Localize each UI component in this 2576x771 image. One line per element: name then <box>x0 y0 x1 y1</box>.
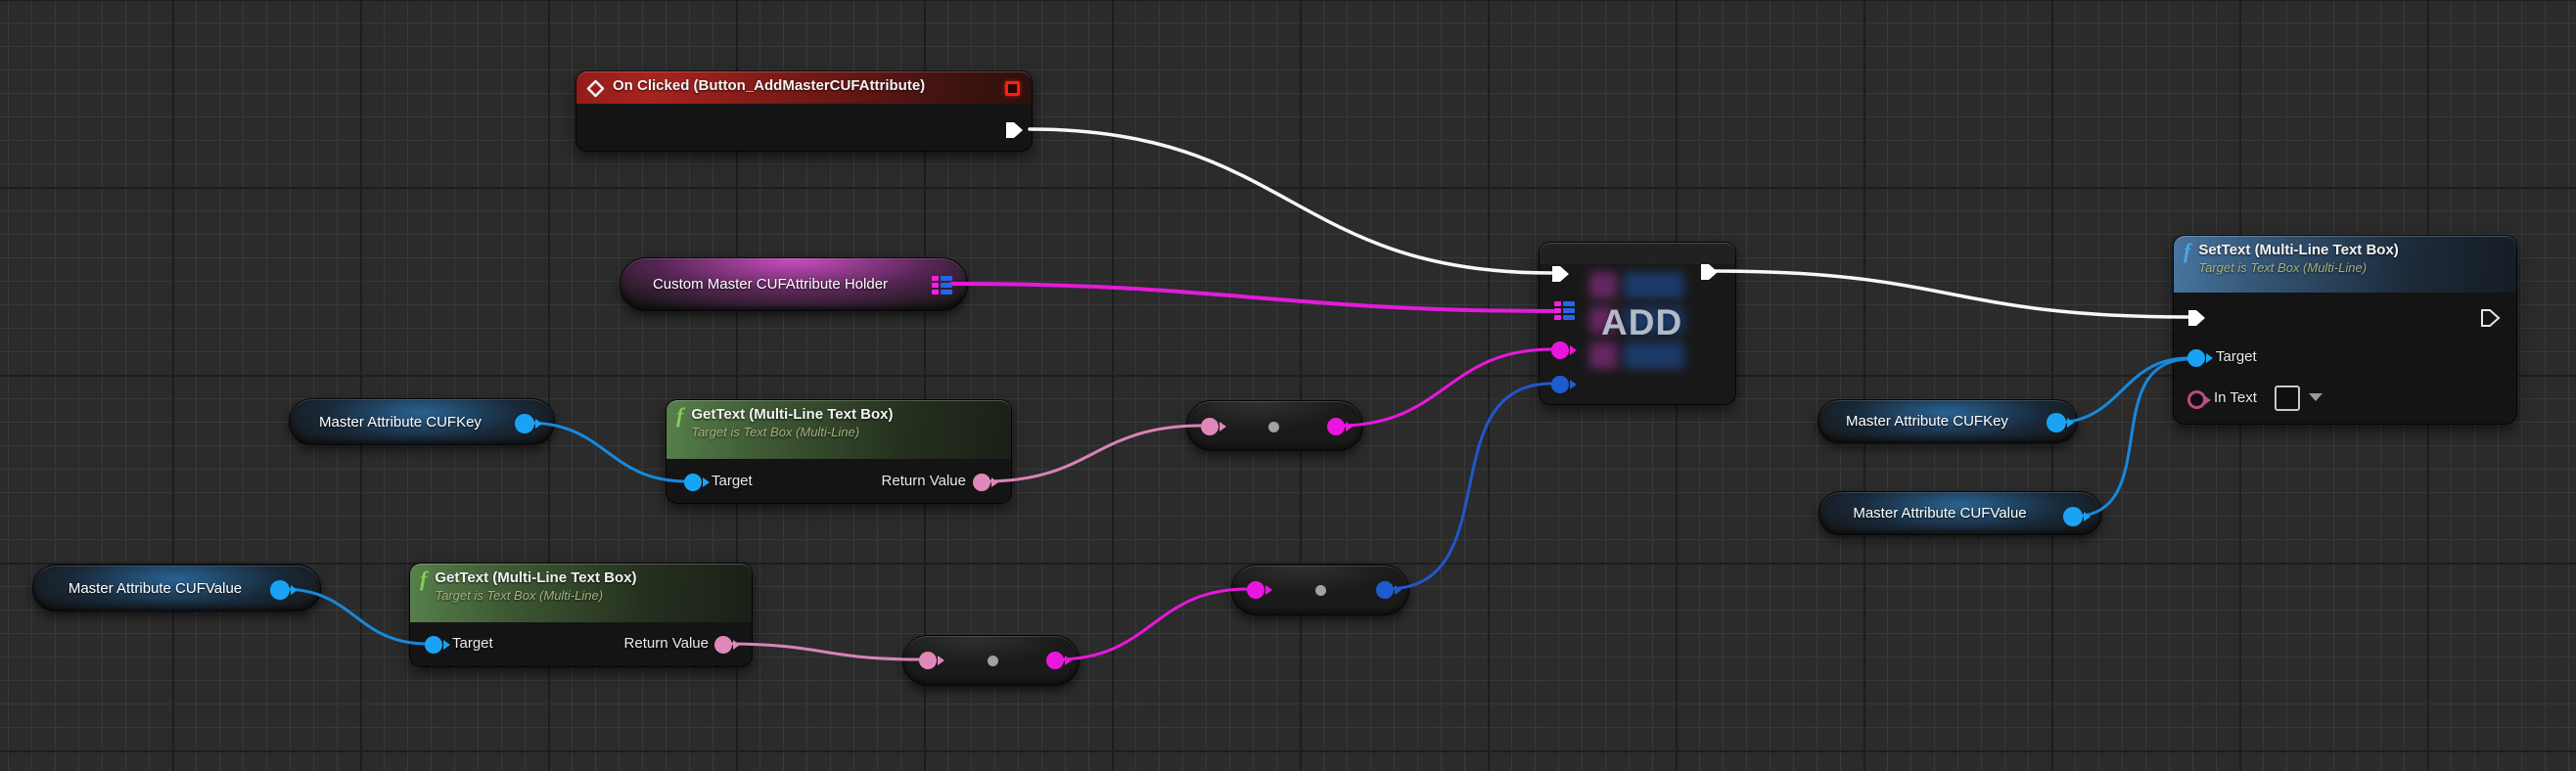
gettext-node-subtitle: Target is Text Box (Multi-Line) <box>691 425 893 440</box>
target-input-pin[interactable] <box>684 474 702 491</box>
conversion-node-string-to-value[interactable] <box>1231 565 1409 615</box>
conversion-dot-icon <box>1268 422 1279 432</box>
target-pin-label: Target <box>452 635 493 652</box>
gettext-node-title: GetText (Multi-Line Text Box) <box>691 405 893 425</box>
conversion-dot-icon <box>988 656 998 666</box>
settext-node-title: SetText (Multi-Line Text Box) <box>2198 241 2398 260</box>
string-input-pin[interactable] <box>1247 581 1265 599</box>
wire-map-holder-to-add[interactable] <box>951 284 1556 311</box>
wire-string-conv3-to-conv2[interactable] <box>1057 589 1248 659</box>
variable-node-custom-master-cufattribute-holder[interactable]: Custom Master CUFAttribute Holder <box>620 257 968 311</box>
conversion-node-text-to-string-key[interactable] <box>1186 400 1363 451</box>
function-f-icon: f <box>420 569 427 589</box>
function-f-icon: f <box>676 406 683 426</box>
exec-out-pin[interactable] <box>1002 119 1026 141</box>
settext-node-subtitle: Target is Text Box (Multi-Line) <box>2198 260 2398 276</box>
dropdown-caret-icon[interactable] <box>2309 393 2323 401</box>
target-map-input-pin[interactable] <box>1554 301 1575 320</box>
exec-in-pin[interactable] <box>1548 263 1572 285</box>
exec-out-pin[interactable] <box>1697 261 1721 283</box>
conversion-node-text-to-string-value[interactable] <box>902 635 1080 686</box>
in-text-input-pin[interactable] <box>2187 390 2206 409</box>
add-watermark-text: ADD <box>1601 302 1682 343</box>
text-input-pin[interactable] <box>919 652 937 669</box>
variable-node-master-attribute-cufvalue-left[interactable]: Master Attribute CUFValue <box>32 565 321 612</box>
target-pin-label: Target <box>2216 348 2257 365</box>
object-output-pin[interactable] <box>515 414 534 433</box>
in-text-pin-label: In Text <box>2214 389 2257 406</box>
node-gettext-key[interactable]: f GetText (Multi-Line Text Box) Target i… <box>666 399 1012 504</box>
node-settext[interactable]: f SetText (Multi-Line Text Box) Target i… <box>2173 235 2517 425</box>
exec-out-pin[interactable] <box>2478 307 2502 329</box>
wire-exec-onclicked-to-add[interactable] <box>1030 129 1551 273</box>
return-value-output-pin[interactable] <box>714 636 732 654</box>
variable-node-master-attribute-cufkey-left[interactable]: Master Attribute CUFKey <box>289 398 555 445</box>
target-input-pin[interactable] <box>425 636 442 654</box>
event-node-title: On Clicked (Button_AddMasterCUFAttribute… <box>613 76 925 96</box>
variable-node-master-attribute-cufkey-right[interactable]: Master Attribute CUFKey <box>1817 399 2078 443</box>
wire-string-conv1-to-add-key[interactable] <box>1339 349 1552 426</box>
exec-in-pin[interactable] <box>2185 307 2208 329</box>
gettext-node-subtitle: Target is Text Box (Multi-Line) <box>435 588 636 604</box>
target-pin-label: Target <box>712 473 753 489</box>
map-pin-icon[interactable] <box>932 276 952 295</box>
wire-value-conv2-to-add-value[interactable] <box>1387 384 1552 589</box>
wire-exec-add-to-settext[interactable] <box>1715 271 2187 317</box>
return-value-pin-label: Return Value <box>882 473 966 489</box>
wire-text-gettextvalue-to-conv3[interactable] <box>726 644 920 659</box>
variable-label: Master Attribute CUFKey <box>319 414 482 431</box>
string-output-pin[interactable] <box>1327 418 1345 435</box>
node-event-onclicked[interactable]: On Clicked (Button_AddMasterCUFAttribute… <box>575 70 1033 152</box>
return-value-pin-label: Return Value <box>624 635 709 652</box>
object-output-pin[interactable] <box>270 580 290 600</box>
return-value-output-pin[interactable] <box>973 474 990 491</box>
gettext-node-header: f GetText (Multi-Line Text Box) Target i… <box>667 400 1011 459</box>
event-diamond-icon <box>586 79 605 98</box>
variable-label: Master Attribute CUFValue <box>69 580 242 597</box>
key-input-pin[interactable] <box>1551 341 1569 359</box>
node-map-add[interactable]: ADD <box>1539 242 1736 405</box>
gettext-node-header: f GetText (Multi-Line Text Box) Target i… <box>410 564 752 622</box>
text-input-pin[interactable] <box>1201 418 1219 435</box>
delegate-square-icon[interactable] <box>1005 81 1020 96</box>
blueprint-graph-canvas[interactable]: On Clicked (Button_AddMasterCUFAttribute… <box>0 0 2576 771</box>
event-node-header: On Clicked (Button_AddMasterCUFAttribute… <box>576 71 1032 104</box>
gettext-node-title: GetText (Multi-Line Text Box) <box>435 568 636 588</box>
in-text-value-box[interactable] <box>2275 386 2300 411</box>
variable-label: Master Attribute CUFKey <box>1846 413 2008 430</box>
node-gettext-value[interactable]: f GetText (Multi-Line Text Box) Target i… <box>409 563 753 667</box>
settext-node-header: f SetText (Multi-Line Text Box) Target i… <box>2174 236 2516 293</box>
value-output-pin[interactable] <box>1376 581 1394 599</box>
conversion-dot-icon <box>1315 585 1326 596</box>
wire-text-gettextkey-to-conv1[interactable] <box>985 426 1202 481</box>
variable-node-master-attribute-cufvalue-right[interactable]: Master Attribute CUFValue <box>1818 491 2102 535</box>
value-input-pin[interactable] <box>1551 376 1569 393</box>
target-input-pin[interactable] <box>2187 349 2205 367</box>
object-output-pin[interactable] <box>2063 507 2083 526</box>
variable-label: Custom Master CUFAttribute Holder <box>653 276 888 293</box>
function-f-icon: f <box>2184 242 2190 261</box>
string-output-pin[interactable] <box>1046 652 1064 669</box>
object-output-pin[interactable] <box>2047 413 2066 432</box>
variable-label: Master Attribute CUFValue <box>1853 505 2026 522</box>
